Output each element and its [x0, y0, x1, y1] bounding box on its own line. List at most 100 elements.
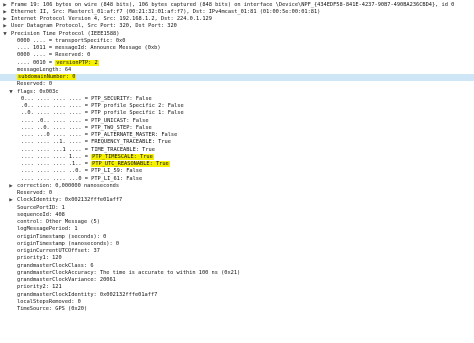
tree-row-text: flags: 0x003c: [17, 89, 58, 96]
tree-leaf[interactable]: originTimestamp (seconds): 0: [0, 234, 474, 241]
tree-row-text: originTimestamp (seconds): 0: [17, 234, 106, 241]
tree-node[interactable]: ▶ User Datagram Protocol, Src Port: 320, …: [0, 23, 474, 30]
tree-leaf[interactable]: .... .... .... .1.. = PTP_UTC_REASONABLE…: [0, 161, 474, 168]
field-text: originTimestamp (seconds): 0: [17, 233, 107, 240]
tree-row-text: .... .... .... .1.. = PTP_UTC_REASONABLE…: [21, 161, 170, 168]
tree-leaf[interactable]: .... 0010 = versionPTP: 2: [0, 59, 474, 67]
chevron-right-icon[interactable]: ▶: [2, 23, 8, 30]
tree-row-text: grandmasterClockVariance: 20061: [17, 277, 116, 284]
tree-row-text: originTimestamp (nanoseconds): 0: [17, 241, 119, 248]
tree-leaf[interactable]: .... .... .... 1... = PTP_TIMESCALE: Tru…: [0, 153, 474, 161]
tree-leaf[interactable]: ..0. .... .... .... = PTP profile Specif…: [0, 110, 474, 117]
tree-row-text: Frame 19: 106 bytes on wire (848 bits), …: [11, 2, 454, 9]
tree-row-text: .... .... ...1 .... = TIME_TRACEABLE: Tr…: [21, 147, 155, 154]
tree-row-text: Internet Protocol Version 4, Src: 192.16…: [11, 16, 212, 23]
tree-leaf[interactable]: .... .0.. .... .... = PTP_UNICAST: False: [0, 118, 474, 125]
tree-row-text: .... .0.. .... .... = PTP_UNICAST: False: [21, 118, 149, 125]
field-text: flags: 0x003c: [17, 88, 59, 95]
tree-leaf[interactable]: control: Other Message (5): [0, 219, 474, 226]
tree-leaf[interactable]: sequenceId: 408: [0, 212, 474, 219]
field-text: ClockIdentity: 0x002132fffe01aff7: [17, 197, 123, 204]
tree-node[interactable]: ▼ flags: 0x003c: [0, 89, 474, 96]
field-text: control: Other Message (5): [17, 219, 100, 225]
tree-leaf[interactable]: TimeSource: GPS (0x20): [0, 306, 474, 313]
field-text: User Datagram Protocol, Src Port: 320, D…: [11, 23, 177, 30]
tree-row-text: Precision Time Protocol (IEEE1588): [11, 31, 119, 38]
field-text: TimeSource: GPS (0x20): [17, 306, 88, 312]
tree-leaf[interactable]: subdomainNumber: 0: [0, 74, 474, 82]
tree-leaf[interactable]: [0, 313, 474, 320]
field-text: priority1: 120: [17, 255, 62, 262]
tree-leaf[interactable]: .... .... .... ...0 = PTP_LI_61: False: [0, 176, 474, 183]
field-text: .... .... .... ...0 = PTP_LI_61: False: [21, 175, 143, 182]
field-text: Precision Time Protocol (IEEE1588): [11, 30, 120, 37]
chevron-right-icon[interactable]: ▶: [8, 183, 14, 190]
tree-leaf[interactable]: SourcePortID: 1: [0, 205, 474, 212]
tree-leaf[interactable]: originCurrentUTCOffset: 37: [0, 248, 474, 255]
tree-leaf[interactable]: .0.. .... .... .... = PTP profile Specif…: [0, 103, 474, 110]
field-text: 0... .... .... .... = PTP_SECURITY: Fals…: [21, 95, 152, 102]
field-text: .... .... ..1. .... = FREQUENCY_TRACEABL…: [21, 139, 171, 146]
tree-row-text: grandmasterClockClass: 6: [17, 263, 94, 270]
chevron-down-icon[interactable]: ▼: [2, 31, 8, 38]
field-text: correction: 0,000000 nanoseconds: [17, 182, 120, 189]
tree-row-text: .... 1011 = messageId: Announce Message …: [17, 45, 161, 52]
tree-node[interactable]: ▶ Internet Protocol Version 4, Src: 192.1…: [0, 16, 474, 23]
tree-row-text: priority1: 120: [17, 255, 62, 262]
field-text: .... .... .... 1... =: [21, 153, 92, 160]
tree-leaf[interactable]: .... ..0. .... .... = PTP_TWO_STEP: Fals…: [0, 125, 474, 132]
field-text: .... .0.. .... .... = PTP_UNICAST: False: [21, 117, 149, 124]
tree-row-text: grandmasterClockIdentity: 0x002132fffe01…: [17, 292, 157, 299]
field-text: 0000 .... = transportSpecific: 0x0: [17, 37, 126, 44]
tree-leaf[interactable]: Reserved: 0: [0, 190, 474, 197]
tree-leaf[interactable]: .... .... .... ..0. = PTP_LI_59: False: [0, 168, 474, 175]
chevron-right-icon[interactable]: ▶: [2, 2, 8, 9]
chevron-down-icon[interactable]: ▼: [8, 89, 14, 96]
chevron-right-icon[interactable]: ▶: [2, 16, 8, 23]
tree-leaf[interactable]: localStepsRemoved: 0: [0, 299, 474, 306]
field-text: priority2: 121: [17, 284, 62, 291]
tree-row-text: 0000 .... = transportSpecific: 0x0: [17, 38, 125, 45]
tree-node[interactable]: ▶ Frame 19: 106 bytes on wire (848 bits),…: [0, 2, 474, 9]
tree-leaf[interactable]: 0... .... .... .... = PTP_SECURITY: Fals…: [0, 96, 474, 103]
tree-leaf[interactable]: .... ...0 .... .... = PTP_ALTERNATE_MAST…: [0, 132, 474, 139]
tree-leaf[interactable]: grandmasterClockIdentity: 0x002132fffe01…: [0, 292, 474, 299]
tree-node[interactable]: ▶ correction: 0,000000 nanoseconds: [0, 183, 474, 190]
tree-row-text: subdomainNumber: 0: [17, 74, 77, 81]
tree-node[interactable]: ▼ Precision Time Protocol (IEEE1588): [0, 31, 474, 38]
tree-leaf[interactable]: originTimestamp (nanoseconds): 0: [0, 241, 474, 248]
field-text: sequenceId: 408: [17, 211, 65, 218]
tree-row-text: Ethernet II, Src: Mastercl_01:af:f7 (00:…: [11, 9, 320, 16]
tree-leaf[interactable]: logMessagePeriod: 1: [0, 226, 474, 233]
tree-leaf[interactable]: .... .... ...1 .... = TIME_TRACEABLE: Tr…: [0, 147, 474, 154]
field-text: .... 0010 =: [17, 59, 56, 66]
tree-row-text: 0000 .... = Reserved: 0: [17, 52, 90, 59]
tree-leaf[interactable]: .... 1011 = messageId: Announce Message …: [0, 45, 474, 52]
field-text: .... .... .... .1.. =: [21, 161, 92, 167]
tree-row-text: grandmasterClockAccuracy: The time is ac…: [17, 270, 240, 277]
tree-leaf[interactable]: messageLength: 64: [0, 67, 474, 74]
tree-node[interactable]: ▶ Ethernet II, Src: Mastercl_01:af:f7 (00…: [0, 9, 474, 16]
tree-leaf[interactable]: 0000 .... = Reserved: 0: [0, 52, 474, 59]
chevron-right-icon[interactable]: ▶: [2, 9, 8, 16]
tree-leaf[interactable]: grandmasterClockVariance: 20061: [0, 277, 474, 284]
tree-row-text: ClockIdentity: 0x002132fffe01aff7: [17, 197, 122, 204]
field-text: .... .... .... ..0. = PTP_LI_59: False: [21, 168, 143, 175]
field-text: 0000 .... = Reserved: 0: [17, 52, 91, 59]
tree-row-text: .... .... .... ..0. = PTP_LI_59: False: [21, 168, 142, 175]
tree-leaf[interactable]: grandmasterClockAccuracy: The time is ac…: [0, 270, 474, 277]
chevron-right-icon[interactable]: ▶: [8, 197, 14, 204]
tree-row-text: .... ..0. .... .... = PTP_TWO_STEP: Fals…: [21, 125, 152, 132]
tree-leaf[interactable]: grandmasterClockClass: 6: [0, 263, 474, 270]
field-text: grandmasterClockVariance: 20061: [17, 277, 116, 283]
tree-leaf[interactable]: Reserved: 0: [0, 81, 474, 88]
tree-row-text: sequenceId: 408: [17, 212, 65, 219]
tree-node[interactable]: ▶ ClockIdentity: 0x002132fffe01aff7: [0, 197, 474, 204]
tree-leaf[interactable]: .... .... ..1. .... = FREQUENCY_TRACEABL…: [0, 139, 474, 146]
tree-leaf[interactable]: 0000 .... = transportSpecific: 0x0: [0, 38, 474, 45]
tree-row-text: SourcePortID: 1: [17, 205, 65, 212]
tree-row-text: originCurrentUTCOffset: 37: [17, 248, 100, 255]
tree-leaf[interactable]: priority2: 121: [0, 284, 474, 291]
tree-leaf[interactable]: priority1: 120: [0, 255, 474, 262]
highlighted-field: subdomainNumber: 0: [17, 74, 77, 80]
